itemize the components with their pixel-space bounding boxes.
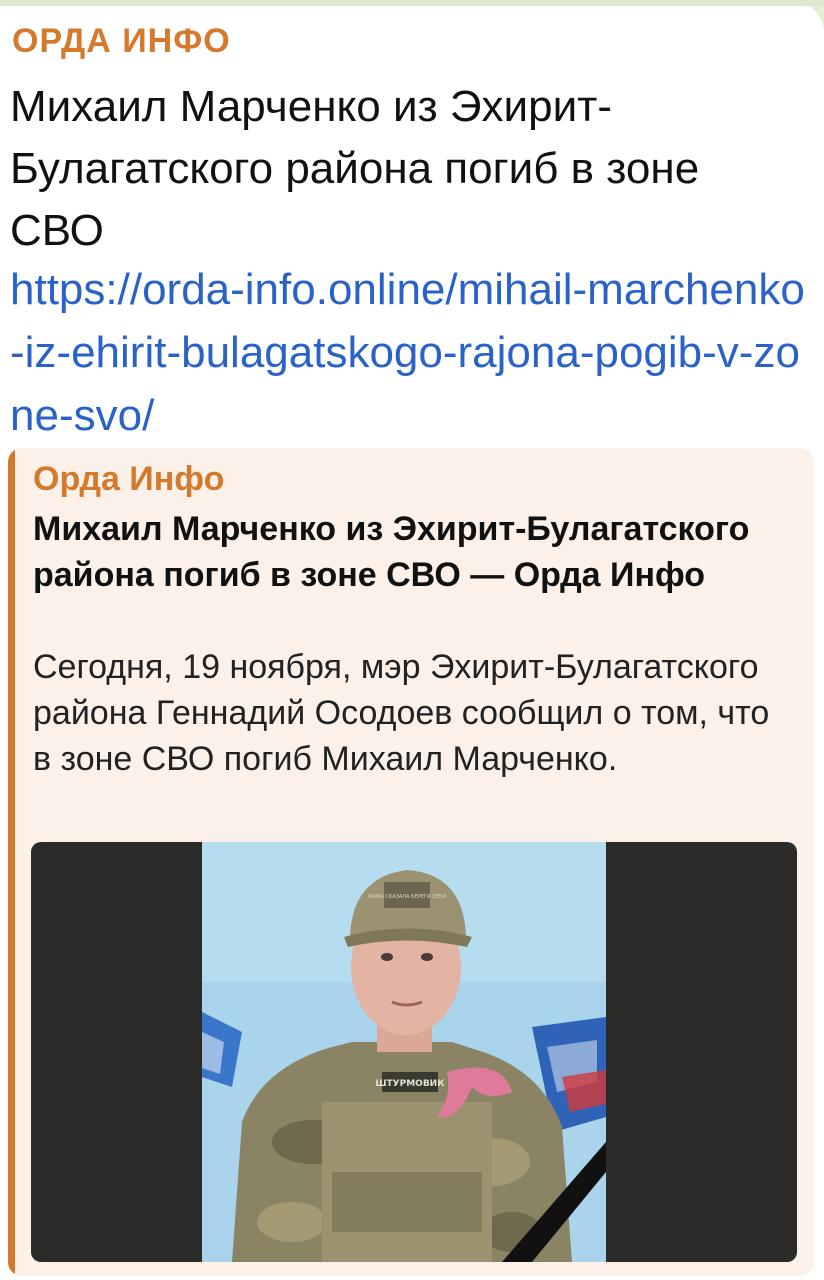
soldier-photo: ШТУРМОВИК МАМА СКАЗАЛА БЕРЕГИ СЕБЯ [202,842,606,1262]
link-preview[interactable]: Орда Инфо Михаил Марченко из Эхирит-Була… [8,448,814,1276]
vest-patch-text: ШТУРМОВИК [375,1079,445,1089]
preview-title: Михаил Марченко из Эхирит-Булагатского р… [33,510,750,594]
cap-patch-text: МАМА СКАЗАЛА БЕРЕГИ СЕБЯ [368,894,446,900]
sender-name[interactable]: ОРДА ИНФО [12,22,231,61]
message-link[interactable]: https://orda-info.online/mihail-marchenk… [10,258,810,447]
preview-accent-bar [8,448,15,1276]
preview-image[interactable]: ШТУРМОВИК МАМА СКАЗАЛА БЕРЕГИ СЕБЯ [31,842,797,1262]
chat-background-strip [0,0,824,6]
message-text: Михаил Марченко из Эхирит-Булагатского р… [10,82,700,255]
preview-site-name: Орда Инфо [33,460,225,498]
preview-description: Сегодня, 19 ноября, мэр Эхирит-Булагатск… [33,648,770,778]
message-bubble: ОРДА ИНФО Михаил Марченко из Эхирит-Була… [0,0,824,1280]
